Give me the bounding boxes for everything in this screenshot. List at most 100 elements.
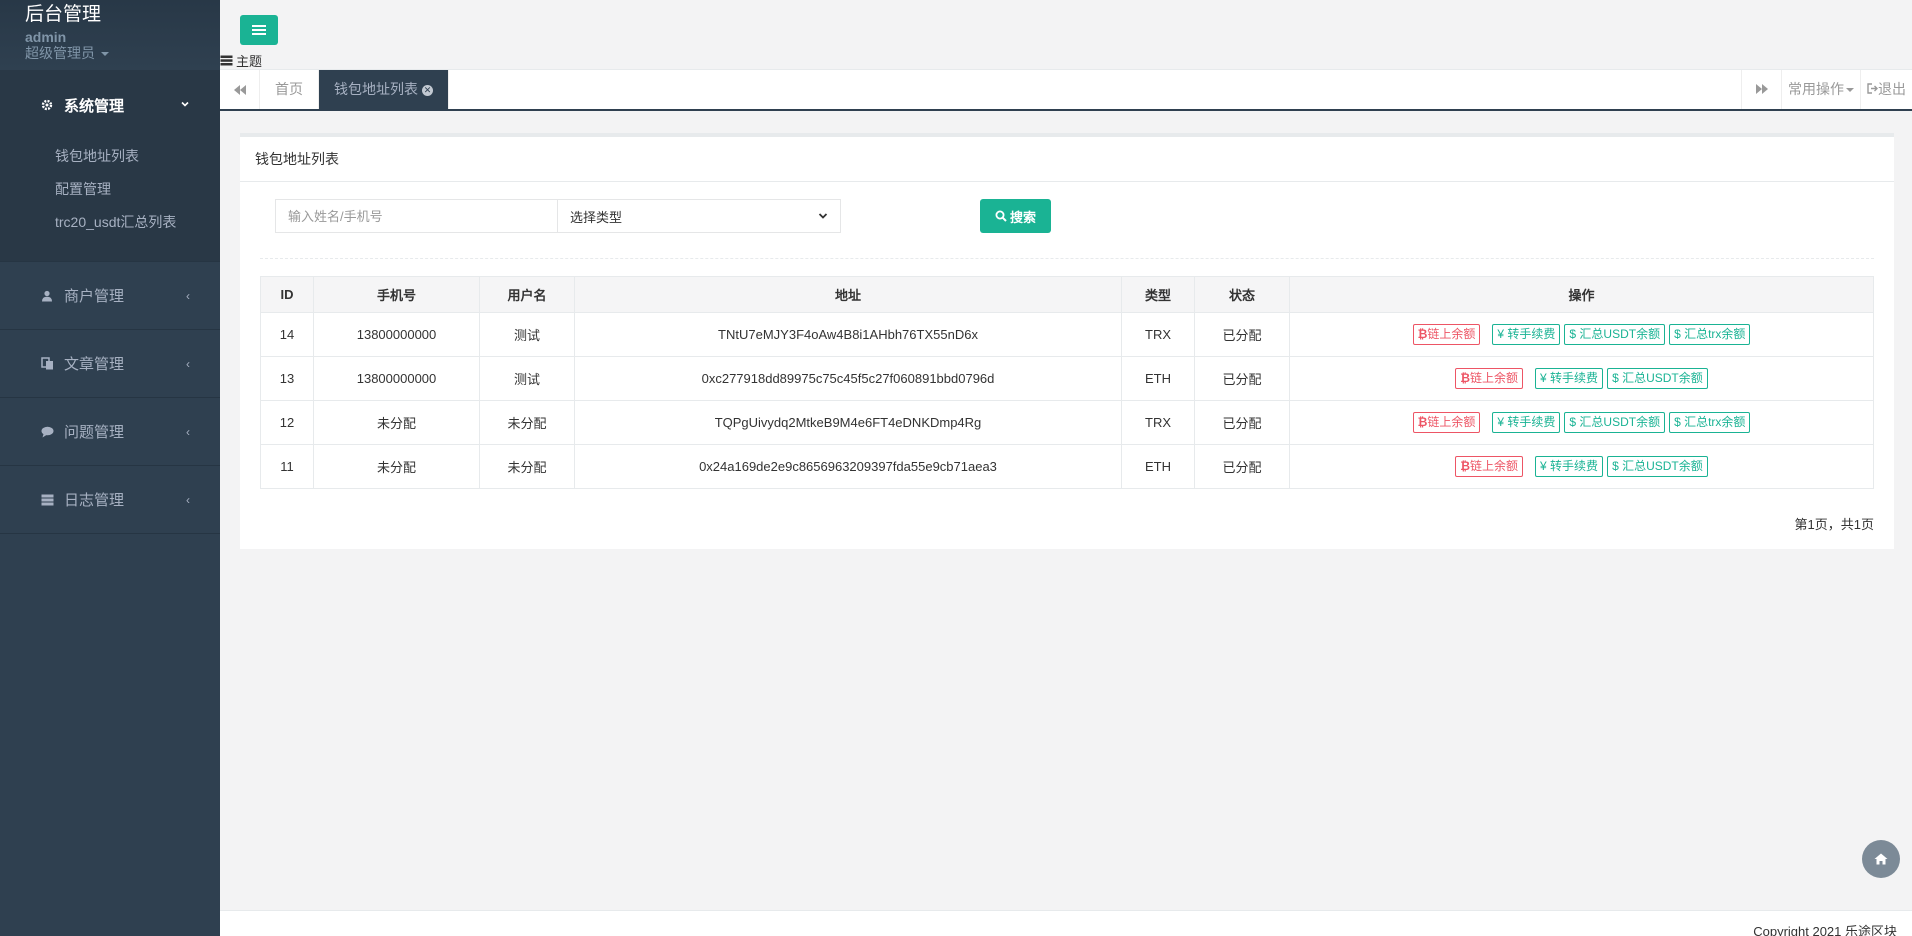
user-icon bbox=[40, 289, 54, 303]
sidebar-item-label: 问题管理 bbox=[64, 424, 125, 441]
column-header-username: 用户名 bbox=[479, 276, 575, 313]
chain-balance-button[interactable]: ₿链上余额 bbox=[1412, 324, 1481, 345]
transfer-fee-button[interactable]: ¥ 转手续费 bbox=[1535, 456, 1604, 477]
toggle-menu-button[interactable] bbox=[240, 15, 278, 45]
yen-icon: ¥ bbox=[1497, 327, 1508, 341]
chevron-left-icon: ‹ bbox=[186, 492, 190, 507]
cell-id: 11 bbox=[260, 444, 314, 489]
chain-balance-button[interactable]: ₿链上余额 bbox=[1412, 412, 1481, 433]
search-input[interactable] bbox=[275, 199, 558, 233]
yen-icon: ¥ bbox=[1497, 415, 1508, 429]
sidebar-group-article: 文章管理 ‹ bbox=[0, 330, 220, 398]
cell-id: 12 bbox=[260, 400, 314, 445]
dollar-icon: $ bbox=[1674, 327, 1685, 341]
user-name: admin bbox=[25, 29, 67, 45]
cell-username: 测试 bbox=[479, 356, 575, 401]
cell-username: 测试 bbox=[479, 312, 575, 357]
role-label: 超级管理员 bbox=[25, 45, 95, 61]
chain-balance-button[interactable]: ₿链上余额 bbox=[1455, 368, 1524, 389]
cell-address: 0x24a169de2e9c8656963209397fda55e9cb71ae… bbox=[574, 444, 1122, 489]
sidebar-item-system[interactable]: 系统管理 bbox=[0, 70, 220, 140]
common-ops-dropdown[interactable]: 常用操作 bbox=[1781, 70, 1860, 109]
logout-button[interactable]: 退出 bbox=[1860, 70, 1912, 109]
table-row: 11 未分配 未分配 0x24a169de2e9c8656963209397fd… bbox=[260, 444, 1874, 489]
home-button[interactable] bbox=[1862, 840, 1900, 878]
theme-link[interactable]: 主题 bbox=[220, 51, 262, 70]
wallet-table: ID 手机号 用户名 地址 类型 状态 操作 14 13800000000 测试… bbox=[260, 276, 1874, 489]
chain-balance-button[interactable]: ₿链上余额 bbox=[1455, 456, 1524, 477]
dollar-icon: $ bbox=[1569, 415, 1580, 429]
cell-username: 未分配 bbox=[479, 444, 575, 489]
cell-type: TRX bbox=[1121, 312, 1195, 357]
tabs-bar: 首页 钱包地址列表 ✕ 常用操作 退出 bbox=[220, 70, 1912, 111]
sidebar-item-article[interactable]: 文章管理 ‹ bbox=[0, 330, 220, 397]
transfer-fee-button[interactable]: ¥ 转手续费 bbox=[1535, 368, 1604, 389]
tab-label: 钱包地址列表 bbox=[334, 81, 418, 97]
close-icon[interactable]: ✕ bbox=[422, 84, 433, 96]
collect-trx-button[interactable]: $ 汇总trx余额 bbox=[1669, 324, 1751, 345]
pagination-info: 第1页，共1页 bbox=[1794, 517, 1874, 532]
tab-wallet-list[interactable]: 钱包地址列表 ✕ bbox=[319, 70, 449, 109]
bitcoin-icon: ₿ bbox=[1460, 459, 1471, 473]
search-button[interactable]: 搜索 bbox=[980, 199, 1051, 233]
sidebar-subitem-config[interactable]: 配置管理 bbox=[0, 173, 220, 206]
sidebar-group-question: 问题管理 ‹ bbox=[0, 398, 220, 466]
yen-icon: ¥ bbox=[1540, 371, 1551, 385]
collect-usdt-button[interactable]: $ 汇总USDT余额 bbox=[1564, 412, 1666, 433]
table-row: 14 13800000000 测试 TNtU7eMJY3F4oAw4B8i1AH… bbox=[260, 312, 1874, 357]
sidebar-item-label: 系统管理 bbox=[64, 97, 125, 115]
dollar-icon: $ bbox=[1612, 371, 1623, 385]
sidebar-submenu: 钱包地址列表 配置管理 trc20_usdt汇总列表 bbox=[0, 140, 220, 261]
tabs-scroll-right-button[interactable] bbox=[1741, 70, 1781, 109]
cell-status: 已分配 bbox=[1194, 400, 1290, 445]
sidebar-item-label: 日志管理 bbox=[64, 492, 125, 509]
sidebar-item-log[interactable]: 日志管理 ‹ bbox=[0, 466, 220, 533]
cell-username: 未分配 bbox=[479, 400, 575, 445]
cell-actions: ₿链上余额 ¥ 转手续费 $ 汇总USDT余额 $ 汇总trx余额 bbox=[1289, 400, 1874, 445]
divider bbox=[260, 258, 1874, 259]
topbar: 主题 bbox=[220, 0, 1912, 70]
yen-icon: ¥ bbox=[1540, 459, 1551, 473]
app-title: 后台管理 bbox=[25, 4, 102, 25]
type-select-value: 选择类型 bbox=[570, 209, 623, 225]
dollar-icon: $ bbox=[1569, 327, 1580, 341]
sidebar-subitem-trc20-summary[interactable]: trc20_usdt汇总列表 bbox=[0, 206, 220, 239]
chevron-down-icon bbox=[180, 98, 190, 112]
table-row: 13 13800000000 测试 0xc277918dd89975c75c45… bbox=[260, 356, 1874, 401]
panel-title: 钱包地址列表 bbox=[240, 137, 1894, 182]
theme-label: 主题 bbox=[236, 54, 263, 69]
bitcoin-icon: ₿ bbox=[1417, 327, 1428, 341]
common-ops-label: 常用操作 bbox=[1788, 81, 1844, 97]
comment-icon bbox=[40, 425, 54, 439]
cell-address: TNtU7eMJY3F4oAw4B8i1AHbh76TX55nD6x bbox=[574, 312, 1122, 357]
cell-type: ETH bbox=[1121, 356, 1195, 401]
tab-home[interactable]: 首页 bbox=[260, 70, 319, 109]
type-select[interactable]: 选择类型 bbox=[558, 199, 841, 233]
hamburger-icon bbox=[252, 25, 266, 35]
column-header-phone: 手机号 bbox=[313, 276, 480, 313]
cell-id: 13 bbox=[260, 356, 314, 401]
search-form: 选择类型 bbox=[275, 199, 841, 233]
collect-usdt-button[interactable]: $ 汇总USDT余额 bbox=[1607, 456, 1708, 477]
collect-usdt-button[interactable]: $ 汇总USDT余额 bbox=[1564, 324, 1666, 345]
column-header-actions: 操作 bbox=[1289, 276, 1874, 313]
search-icon bbox=[995, 210, 1007, 222]
sidebar-item-merchant[interactable]: 商户管理 ‹ bbox=[0, 262, 220, 329]
sidebar-item-label: 商户管理 bbox=[64, 288, 125, 305]
column-header-status: 状态 bbox=[1194, 276, 1290, 313]
sidebar-subitem-wallet-list[interactable]: 钱包地址列表 bbox=[0, 140, 220, 173]
tabs-scroll-left-button[interactable] bbox=[220, 70, 260, 109]
cell-actions: ₿链上余额 ¥ 转手续费 $ 汇总USDT余额 bbox=[1289, 356, 1874, 401]
transfer-fee-button[interactable]: ¥ 转手续费 bbox=[1492, 324, 1561, 345]
collect-usdt-button[interactable]: $ 汇总USDT余额 bbox=[1607, 368, 1708, 389]
sidebar: 后台管理 admin 超级管理员 系统管理 钱包地址列表 配置管理 trc20_… bbox=[0, 0, 220, 936]
chevron-left-icon: ‹ bbox=[186, 356, 190, 371]
role-dropdown[interactable]: 超级管理员 bbox=[25, 45, 195, 61]
content-panel: 钱包地址列表 选择类型 搜索 ID 手机号 用户名 地址 bbox=[240, 133, 1894, 549]
bitcoin-icon: ₿ bbox=[1417, 415, 1428, 429]
copy-icon bbox=[40, 357, 54, 371]
chevron-left-icon: ‹ bbox=[186, 288, 190, 303]
transfer-fee-button[interactable]: ¥ 转手续费 bbox=[1492, 412, 1561, 433]
sidebar-item-question[interactable]: 问题管理 ‹ bbox=[0, 398, 220, 465]
collect-trx-button[interactable]: $ 汇总trx余额 bbox=[1669, 412, 1751, 433]
